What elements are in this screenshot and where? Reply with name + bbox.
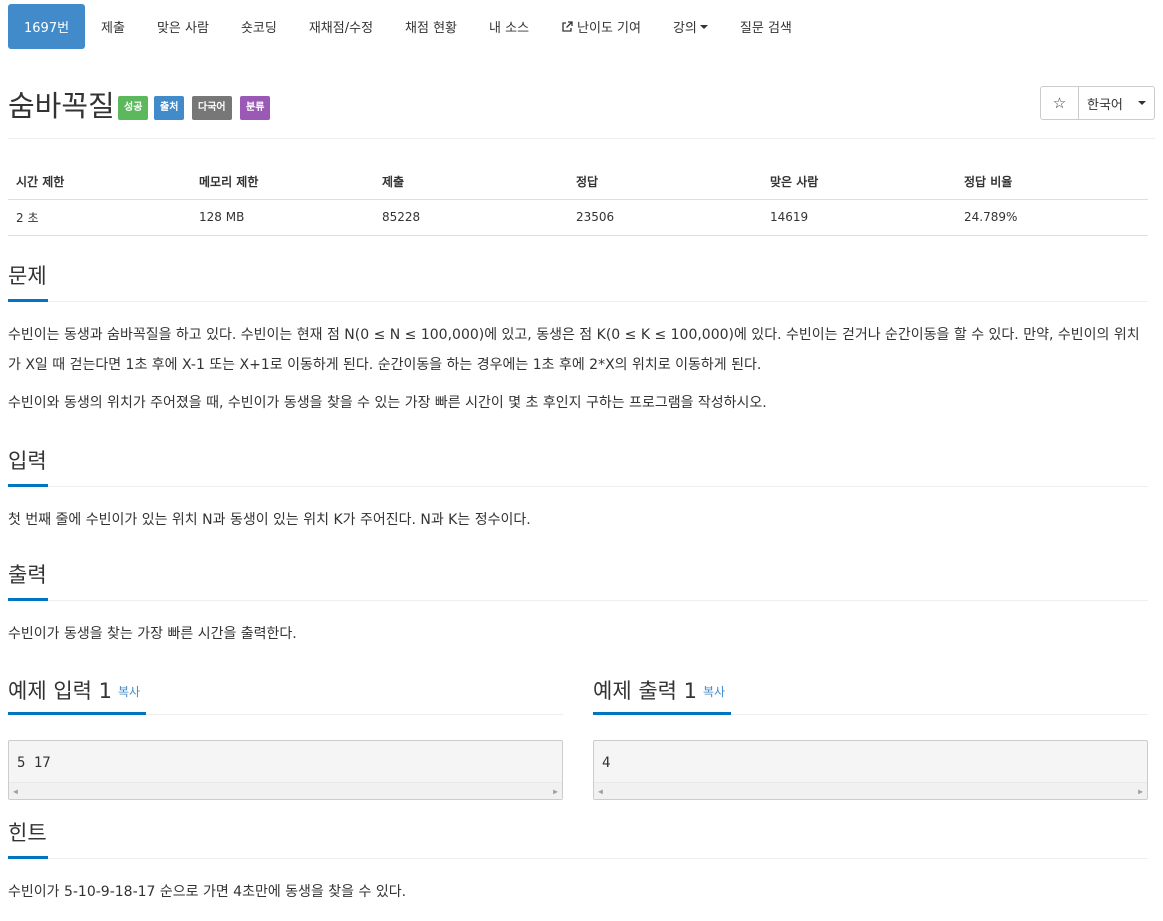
heading-underline [8, 856, 48, 859]
hint-body: 수빈이가 5-10-9-18-17 순으로 가면 4초만에 동생을 찾을 수 있… [8, 859, 1148, 907]
tab-short-coding[interactable]: 숏코딩 [225, 4, 293, 49]
sample-output-section: 예제 출력 1 복사 4 ◀ ▶ [593, 677, 1148, 800]
time-limit-value: 2 초 [8, 199, 191, 236]
scroll-left-icon[interactable]: ◀ [13, 787, 18, 796]
tab-my-source[interactable]: 내 소스 [473, 4, 545, 49]
heading-underline [8, 598, 48, 601]
tab-problem-number[interactable]: 1697번 [8, 4, 86, 49]
heading-underline [8, 712, 146, 715]
hint-heading: 힌트 [8, 821, 47, 845]
header-memory-limit: 메모리 제한 [191, 164, 374, 200]
favorite-button[interactable]: ☆ [1040, 86, 1079, 120]
sample-output-heading-wrap: 예제 출력 1 복사 [593, 677, 1148, 702]
label-source[interactable]: 출처 [154, 96, 185, 120]
page-title: 숨바꼭질 [8, 89, 115, 123]
horizontal-scrollbar[interactable]: ◀ ▶ [9, 782, 562, 799]
problem-nav: 1697번 제출 맞은 사람 숏코딩 재채점/수정 채점 현황 내 소스 난이도… [8, 4, 1155, 49]
header-accept-ratio: 정답 비율 [956, 164, 1148, 200]
problem-page: 1697번 제출 맞은 사람 숏코딩 재채점/수정 채점 현황 내 소스 난이도… [0, 4, 1163, 921]
input-text: 첫 번째 줄에 수빈이가 있는 위치 N과 동생이 있는 위치 K가 주어진다.… [8, 512, 531, 528]
label-success[interactable]: 성공 [118, 96, 149, 120]
header-accepted: 정답 [568, 164, 762, 200]
scroll-left-icon[interactable]: ◀ [598, 787, 603, 796]
description-heading: 문제 [8, 264, 47, 288]
star-icon: ☆ [1052, 94, 1067, 112]
output-heading: 출력 [8, 563, 47, 587]
sample-output-value: 4 [602, 755, 611, 771]
description-header: 문제 [8, 262, 1148, 302]
hint-header: 힌트 [8, 819, 1148, 859]
scroll-right-icon[interactable]: ▶ [1138, 787, 1143, 796]
copy-sample-output-button[interactable]: 복사 [703, 685, 725, 699]
input-section: 입력 첫 번째 줄에 수빈이가 있는 위치 N과 동생이 있는 위치 K가 주어… [8, 447, 1148, 543]
sample-input-header: 예제 입력 1 복사 [8, 677, 563, 715]
sample-output-heading: 예제 출력 1 [593, 679, 697, 703]
header-accepted-users: 맞은 사람 [762, 164, 956, 200]
description-section: 문제 수빈이는 동생과 숨바꼭질을 하고 있다. 수빈이는 현재 점 N(0 ≤… [8, 262, 1148, 426]
label-category[interactable]: 분류 [240, 96, 271, 120]
header-submissions: 제출 [374, 164, 568, 200]
description-paragraph-2: 수빈이와 동생의 위치가 주어졌을 때, 수빈이가 동생을 찾을 수 있는 가장… [8, 395, 767, 411]
header-time-limit: 시간 제한 [8, 164, 191, 200]
output-header: 출력 [8, 561, 1148, 601]
accept-ratio-value: 24.789% [956, 199, 1148, 236]
chevron-down-icon [699, 24, 708, 29]
external-link-icon [562, 20, 573, 32]
problem-info-table: 시간 제한 메모리 제한 제출 정답 맞은 사람 정답 비율 2 초 128 M… [8, 164, 1148, 236]
sample-output-header: 예제 출력 1 복사 [593, 677, 1148, 715]
memory-limit-value: 128 MB [191, 199, 374, 236]
sample-input-section: 예제 입력 1 복사 5 17 ◀ ▶ [8, 677, 563, 800]
sample-input-value: 5 17 [17, 755, 51, 771]
sample-input-heading: 예제 입력 1 [8, 679, 112, 703]
tab-question-search[interactable]: 질문 검색 [724, 4, 808, 49]
hint-text: 수빈이가 5-10-9-18-17 순으로 가면 4초만에 동생을 찾을 수 있… [8, 884, 407, 900]
output-body: 수빈이가 동생을 찾는 가장 빠른 시간을 출력한다. [8, 601, 1148, 649]
sample-output-box[interactable]: 4 ◀ ▶ [593, 740, 1148, 800]
problem-actions: ☆ 한국어 [1040, 86, 1155, 120]
chevron-down-icon [1138, 101, 1146, 105]
sample-input-box[interactable]: 5 17 ◀ ▶ [8, 740, 563, 800]
heading-underline [8, 299, 48, 302]
heading-underline [8, 484, 48, 487]
input-body: 첫 번째 줄에 수빈이가 있는 위치 N과 동생이 있는 위치 K가 주어진다.… [8, 487, 1148, 535]
tab-submit[interactable]: 제출 [85, 4, 141, 49]
scroll-right-icon[interactable]: ▶ [553, 787, 558, 796]
hint-section: 힌트 수빈이가 5-10-9-18-17 순으로 가면 4초만에 동생을 찾을 … [8, 819, 1148, 915]
sample-input-heading-wrap: 예제 입력 1 복사 [8, 677, 563, 702]
tab-rejudge[interactable]: 재채점/수정 [293, 4, 389, 49]
output-text: 수빈이가 동생을 찾는 가장 빠른 시간을 출력한다. [8, 626, 297, 642]
problem-header: 숨바꼭질 성공 출처 다국어 분류 ☆ 한국어 [8, 49, 1155, 139]
submissions-value: 85228 [374, 199, 568, 236]
tab-lectures[interactable]: 강의 [657, 4, 724, 49]
description-paragraph-1: 수빈이는 동생과 숨바꼭질을 하고 있다. 수빈이는 현재 점 N(0 ≤ N … [8, 327, 1140, 373]
input-header: 입력 [8, 447, 1148, 487]
heading-underline [593, 712, 731, 715]
horizontal-scrollbar[interactable]: ◀ ▶ [594, 782, 1147, 799]
output-section: 출력 수빈이가 동생을 찾는 가장 빠른 시간을 출력한다. [8, 561, 1148, 657]
input-heading: 입력 [8, 449, 47, 473]
label-multilingual[interactable]: 다국어 [192, 96, 232, 120]
accepted-value: 23506 [568, 199, 762, 236]
accepted-users-value: 14619 [762, 199, 956, 236]
tab-accepted-users[interactable]: 맞은 사람 [141, 4, 225, 49]
tab-difficulty-contribute[interactable]: 난이도 기여 [545, 4, 657, 49]
description-body: 수빈이는 동생과 숨바꼭질을 하고 있다. 수빈이는 현재 점 N(0 ≤ N … [8, 302, 1148, 418]
table-header-row: 시간 제한 메모리 제한 제출 정답 맞은 사람 정답 비율 [8, 164, 1148, 200]
tab-status[interactable]: 채점 현황 [389, 4, 473, 49]
table-row: 2 초 128 MB 85228 23506 14619 24.789% [8, 199, 1148, 236]
language-select-value: 한국어 [1087, 97, 1123, 113]
language-select[interactable]: 한국어 [1079, 86, 1155, 120]
copy-sample-input-button[interactable]: 복사 [118, 685, 140, 699]
